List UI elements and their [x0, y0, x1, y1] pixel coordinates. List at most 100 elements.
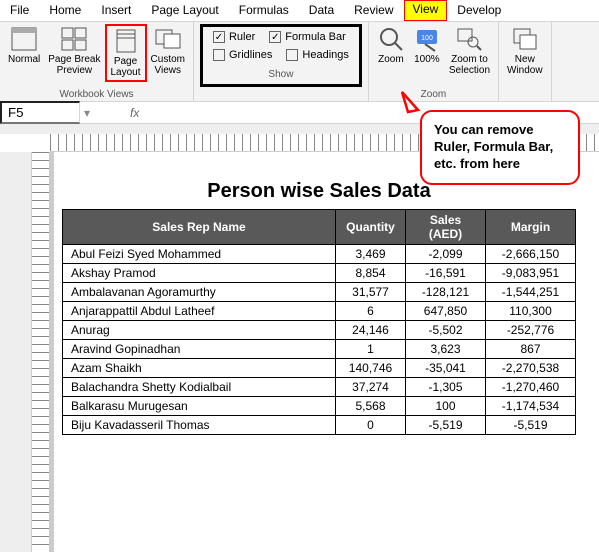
cell-name[interactable]: Aravind Gopinadhan — [63, 340, 336, 359]
window-group-label — [523, 89, 526, 101]
fx-icon[interactable]: fx — [124, 106, 145, 120]
col-sales-rep: Sales Rep Name — [63, 210, 336, 245]
zoom-selection-label: Zoom to Selection — [449, 54, 490, 76]
new-window-icon — [511, 26, 539, 52]
zoom-100-label: 100% — [414, 54, 440, 65]
cell-name[interactable]: Akshay Pramod — [63, 264, 336, 283]
custom-views-button[interactable]: Custom Views — [147, 24, 189, 78]
name-box[interactable] — [0, 101, 80, 124]
cell-sales[interactable]: 647,850 — [406, 302, 486, 321]
cell-qty[interactable]: 31,577 — [336, 283, 406, 302]
svg-text:100: 100 — [421, 35, 433, 42]
zoom-label: Zoom — [378, 54, 404, 65]
menu-developer[interactable]: Develop — [447, 0, 511, 21]
cell-qty[interactable]: 0 — [336, 416, 406, 435]
table-row[interactable]: Anjarappattil Abdul Latheef 6 647,850 11… — [63, 302, 576, 321]
gridlines-label: Gridlines — [229, 49, 272, 61]
cell-qty[interactable]: 6 — [336, 302, 406, 321]
cell-name[interactable]: Anjarappattil Abdul Latheef — [63, 302, 336, 321]
cell-qty[interactable]: 8,854 — [336, 264, 406, 283]
page-break-button[interactable]: Page Break Preview — [44, 24, 104, 78]
cell-qty[interactable]: 140,746 — [336, 359, 406, 378]
show-options-box: ✓Ruler ✓Formula Bar Gridlines Headings S… — [200, 24, 362, 87]
zoom-100-button[interactable]: 100 100% — [409, 24, 445, 67]
page-layout-label: Page Layout — [111, 56, 141, 78]
normal-button[interactable]: Normal — [4, 24, 44, 67]
cell-margin[interactable]: -252,776 — [486, 321, 576, 340]
cell-name[interactable]: Biju Kavadasseril Thomas — [63, 416, 336, 435]
cell-margin[interactable]: -1,270,460 — [486, 378, 576, 397]
page-break-label: Page Break Preview — [48, 54, 100, 76]
cell-margin[interactable]: 110,300 — [486, 302, 576, 321]
group-workbook-views: Normal Page Break Preview Page Layout Cu… — [0, 22, 194, 101]
cell-sales[interactable]: -35,041 — [406, 359, 486, 378]
cell-margin[interactable]: -9,083,951 — [486, 264, 576, 283]
cell-qty[interactable]: 37,274 — [336, 378, 406, 397]
cell-sales[interactable]: 100 — [406, 397, 486, 416]
ribbon: Normal Page Break Preview Page Layout Cu… — [0, 22, 599, 102]
menu-file[interactable]: File — [0, 0, 39, 21]
menu-view[interactable]: View — [404, 0, 448, 21]
cell-name[interactable]: Anurag — [63, 321, 336, 340]
cell-name[interactable]: Azam Shaikh — [63, 359, 336, 378]
page-layout-icon — [112, 28, 140, 54]
zoom-100-icon: 100 — [413, 26, 441, 52]
table-row[interactable]: Balkarasu Murugesan 5,568 100 -1,174,534 — [63, 397, 576, 416]
cell-margin[interactable]: -1,174,534 — [486, 397, 576, 416]
cell-sales[interactable]: -128,121 — [406, 283, 486, 302]
group-window: New Window — [499, 22, 552, 101]
cell-name[interactable]: Abul Feizi Syed Mohammed — [63, 245, 336, 264]
cell-name[interactable]: Ambalavanan Agoramurthy — [63, 283, 336, 302]
formula-bar-label: Formula Bar — [285, 31, 346, 43]
new-window-button[interactable]: New Window — [503, 24, 547, 78]
annotation-callout: You can remove Ruler, Formula Bar, etc. … — [420, 110, 580, 185]
normal-icon — [10, 26, 38, 52]
table-row[interactable]: Ambalavanan Agoramurthy 31,577 -128,121 … — [63, 283, 576, 302]
menu-formulas[interactable]: Formulas — [229, 0, 299, 21]
custom-views-label: Custom Views — [151, 54, 185, 76]
cell-sales[interactable]: -2,099 — [406, 245, 486, 264]
cell-margin[interactable]: 867 — [486, 340, 576, 359]
table-row[interactable]: Abul Feizi Syed Mohammed 3,469 -2,099 -2… — [63, 245, 576, 264]
page-layout-button[interactable]: Page Layout — [105, 24, 147, 82]
menu-home[interactable]: Home — [39, 0, 91, 21]
table-row[interactable]: Balachandra Shetty Kodialbail 37,274 -1,… — [63, 378, 576, 397]
cell-sales[interactable]: 3,623 — [406, 340, 486, 359]
cell-sales[interactable]: -1,305 — [406, 378, 486, 397]
cell-sales[interactable]: -16,591 — [406, 264, 486, 283]
table-row[interactable]: Aravind Gopinadhan 1 3,623 867 — [63, 340, 576, 359]
menu-bar: File Home Insert Page Layout Formulas Da… — [0, 0, 599, 22]
cell-qty[interactable]: 1 — [336, 340, 406, 359]
cell-sales[interactable]: -5,502 — [406, 321, 486, 340]
worksheet-area: Person wise Sales Data Sales Rep Name Qu… — [0, 152, 599, 552]
custom-views-icon — [154, 26, 182, 52]
cell-qty[interactable]: 5,568 — [336, 397, 406, 416]
cell-sales[interactable]: -5,519 — [406, 416, 486, 435]
cell-name[interactable]: Balachandra Shetty Kodialbail — [63, 378, 336, 397]
headings-checkbox[interactable]: Headings — [286, 49, 348, 61]
zoom-button[interactable]: Zoom — [373, 24, 409, 67]
menu-page-layout[interactable]: Page Layout — [141, 0, 228, 21]
menu-insert[interactable]: Insert — [91, 0, 141, 21]
table-row[interactable]: Anurag 24,146 -5,502 -252,776 — [63, 321, 576, 340]
table-row[interactable]: Biju Kavadasseril Thomas 0 -5,519 -5,519 — [63, 416, 576, 435]
cell-margin[interactable]: -2,666,150 — [486, 245, 576, 264]
ruler-checkbox[interactable]: ✓Ruler — [213, 31, 255, 43]
menu-data[interactable]: Data — [299, 0, 344, 21]
left-gutter — [0, 152, 32, 552]
gridlines-checkbox[interactable]: Gridlines — [213, 49, 272, 61]
cell-qty[interactable]: 24,146 — [336, 321, 406, 340]
menu-review[interactable]: Review — [344, 0, 403, 21]
cell-margin[interactable]: -5,519 — [486, 416, 576, 435]
ruler-label: Ruler — [229, 31, 255, 43]
cell-margin[interactable]: -2,270,538 — [486, 359, 576, 378]
cell-margin[interactable]: -1,544,251 — [486, 283, 576, 302]
table-row[interactable]: Azam Shaikh 140,746 -35,041 -2,270,538 — [63, 359, 576, 378]
cell-qty[interactable]: 3,469 — [336, 245, 406, 264]
table-row[interactable]: Akshay Pramod 8,854 -16,591 -9,083,951 — [63, 264, 576, 283]
dropdown-icon[interactable]: ▾ — [80, 106, 94, 120]
cell-name[interactable]: Balkarasu Murugesan — [63, 397, 336, 416]
zoom-selection-button[interactable]: Zoom to Selection — [445, 24, 494, 78]
workbook-views-group-label: Workbook Views — [59, 89, 133, 101]
formula-bar-checkbox[interactable]: ✓Formula Bar — [269, 31, 346, 43]
